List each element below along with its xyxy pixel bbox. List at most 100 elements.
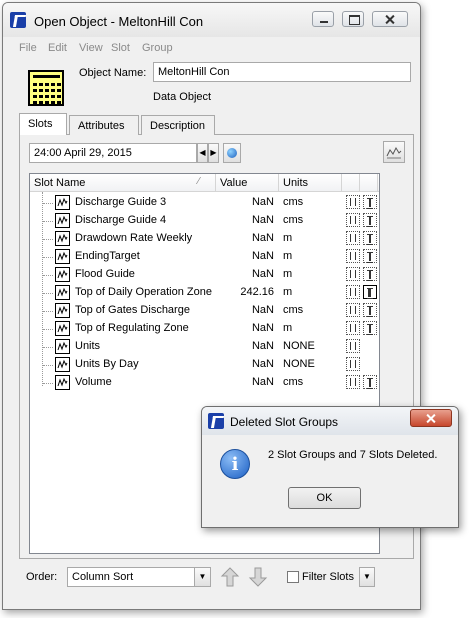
slot-units: m <box>283 322 293 334</box>
grid-cell <box>51 95 55 98</box>
close-button[interactable] <box>372 11 408 27</box>
slot-name: EndingTarget <box>75 250 140 262</box>
io-flag-icon[interactable] <box>363 267 377 281</box>
menu-slot[interactable]: Slot <box>111 42 130 54</box>
tree-branch <box>43 221 53 222</box>
io-flag-icon[interactable] <box>363 285 377 299</box>
tab-description[interactable]: Description <box>141 115 215 135</box>
slot-flag-icon[interactable] <box>346 321 360 335</box>
tree-branch <box>43 275 53 276</box>
slot-flag-icon[interactable] <box>346 357 360 371</box>
column-header-units[interactable]: Units <box>279 174 342 192</box>
tree-branch <box>43 347 53 348</box>
menu-bar: File Edit View Slot Group <box>3 39 420 57</box>
table-row[interactable]: EndingTarget NaN m <box>30 248 380 266</box>
series-slot-icon <box>55 195 70 210</box>
series-slot-icon <box>55 267 70 282</box>
series-slot-icon <box>55 303 70 318</box>
table-row[interactable]: Top of Daily Operation Zone 242.16 m <box>30 284 380 302</box>
slot-name: Top of Regulating Zone <box>75 322 189 334</box>
slot-flag-icon[interactable] <box>346 213 360 227</box>
grid-cell <box>39 83 43 86</box>
column-header-slot-name[interactable]: Slot Name <box>30 174 216 192</box>
object-type-label: Data Object <box>153 91 212 103</box>
object-name-label: Object Name: <box>79 67 147 79</box>
io-flag-icon[interactable] <box>363 231 377 245</box>
io-flag-icon[interactable] <box>363 321 377 335</box>
slot-flag-icon[interactable] <box>346 375 360 389</box>
plot-icon[interactable] <box>383 141 405 163</box>
slot-units: cms <box>283 304 304 316</box>
io-flag-icon[interactable] <box>363 249 377 263</box>
table-row[interactable]: Units By Day NaN NONE <box>30 356 380 374</box>
table-row[interactable]: Volume NaN cms <box>30 374 380 392</box>
previous-timestep-button[interactable]: ◀ <box>197 143 208 163</box>
slot-flag-icon[interactable] <box>346 303 360 317</box>
slot-flag-icon[interactable] <box>346 249 360 263</box>
grid-cell <box>33 89 37 92</box>
order-select[interactable]: Column Sort ▼ <box>67 567 211 587</box>
timestep-field[interactable]: 24:00 April 29, 2015 <box>29 143 197 163</box>
grid-cell <box>57 101 61 104</box>
object-name-field[interactable]: MeltonHill Con <box>153 62 411 82</box>
io-flag-icon[interactable] <box>363 303 377 317</box>
tree-branch <box>43 239 53 240</box>
tree-branch <box>43 329 53 330</box>
slot-flag-icon[interactable] <box>346 231 360 245</box>
io-flag-icon[interactable] <box>363 213 377 227</box>
slot-flag-icon[interactable] <box>346 195 360 209</box>
table-row[interactable]: Discharge Guide 3 NaN cms <box>30 194 380 212</box>
menu-group[interactable]: Group <box>142 42 173 54</box>
table-row[interactable]: Top of Gates Discharge NaN cms <box>30 302 380 320</box>
move-up-button[interactable] <box>219 565 241 589</box>
order-select-value: Column Sort <box>72 571 134 583</box>
table-row[interactable]: Discharge Guide 4 NaN cms <box>30 212 380 230</box>
dialog-close-button[interactable] <box>410 409 452 427</box>
bottom-toolbar: Order: Column Sort ▼ Filter Slots ▼ <box>3 563 420 593</box>
table-row[interactable]: Flood Guide NaN m <box>30 266 380 284</box>
slot-units: m <box>283 232 293 244</box>
io-flag-icon[interactable] <box>363 375 377 389</box>
slot-value: NaN <box>251 358 274 370</box>
slot-value: NaN <box>251 196 274 208</box>
column-header-flag-1 <box>342 174 360 192</box>
filter-menu-button[interactable]: ▼ <box>359 567 375 587</box>
ok-button[interactable]: OK <box>288 487 361 509</box>
menu-view[interactable]: View <box>79 42 103 54</box>
slot-name: Discharge Guide 4 <box>75 214 167 226</box>
slot-flag-icon[interactable] <box>346 267 360 281</box>
slot-value: NaN <box>251 250 274 262</box>
slot-name: Discharge Guide 3 <box>75 196 167 208</box>
grid-cell <box>39 95 43 98</box>
tree-branch <box>43 293 53 294</box>
table-row[interactable]: Units NaN NONE <box>30 338 380 356</box>
slot-units: cms <box>283 214 304 226</box>
table-row[interactable]: Top of Regulating Zone NaN m <box>30 320 380 338</box>
data-object-icon <box>28 70 64 106</box>
tab-slots[interactable]: Slots <box>19 113 67 135</box>
menu-edit[interactable]: Edit <box>48 42 67 54</box>
riverware-app-icon <box>208 413 224 429</box>
next-timestep-button[interactable]: ▶ <box>208 143 219 163</box>
minimize-button[interactable] <box>312 11 334 27</box>
maximize-button[interactable] <box>342 11 364 27</box>
grid-cell <box>33 95 37 98</box>
slot-flag-icon[interactable] <box>346 339 360 353</box>
slot-units: m <box>283 250 293 262</box>
slot-flag-icon[interactable] <box>346 285 360 299</box>
tab-attributes[interactable]: Attributes <box>69 115 139 135</box>
slot-units: m <box>283 286 293 298</box>
series-slot-icon <box>55 285 70 300</box>
series-slot-icon <box>55 213 70 228</box>
move-down-button[interactable] <box>247 565 269 589</box>
io-flag-icon[interactable] <box>363 195 377 209</box>
grid-cell <box>39 89 43 92</box>
grid-cell <box>51 83 55 86</box>
filter-slots-checkbox[interactable] <box>287 571 299 583</box>
slot-name: Flood Guide <box>75 268 135 280</box>
tree-branch <box>43 257 53 258</box>
column-header-value[interactable]: Value <box>216 174 279 192</box>
menu-file[interactable]: File <box>19 42 37 54</box>
table-row[interactable]: Drawdown Rate Weekly NaN m <box>30 230 380 248</box>
globe-icon[interactable] <box>223 143 241 163</box>
